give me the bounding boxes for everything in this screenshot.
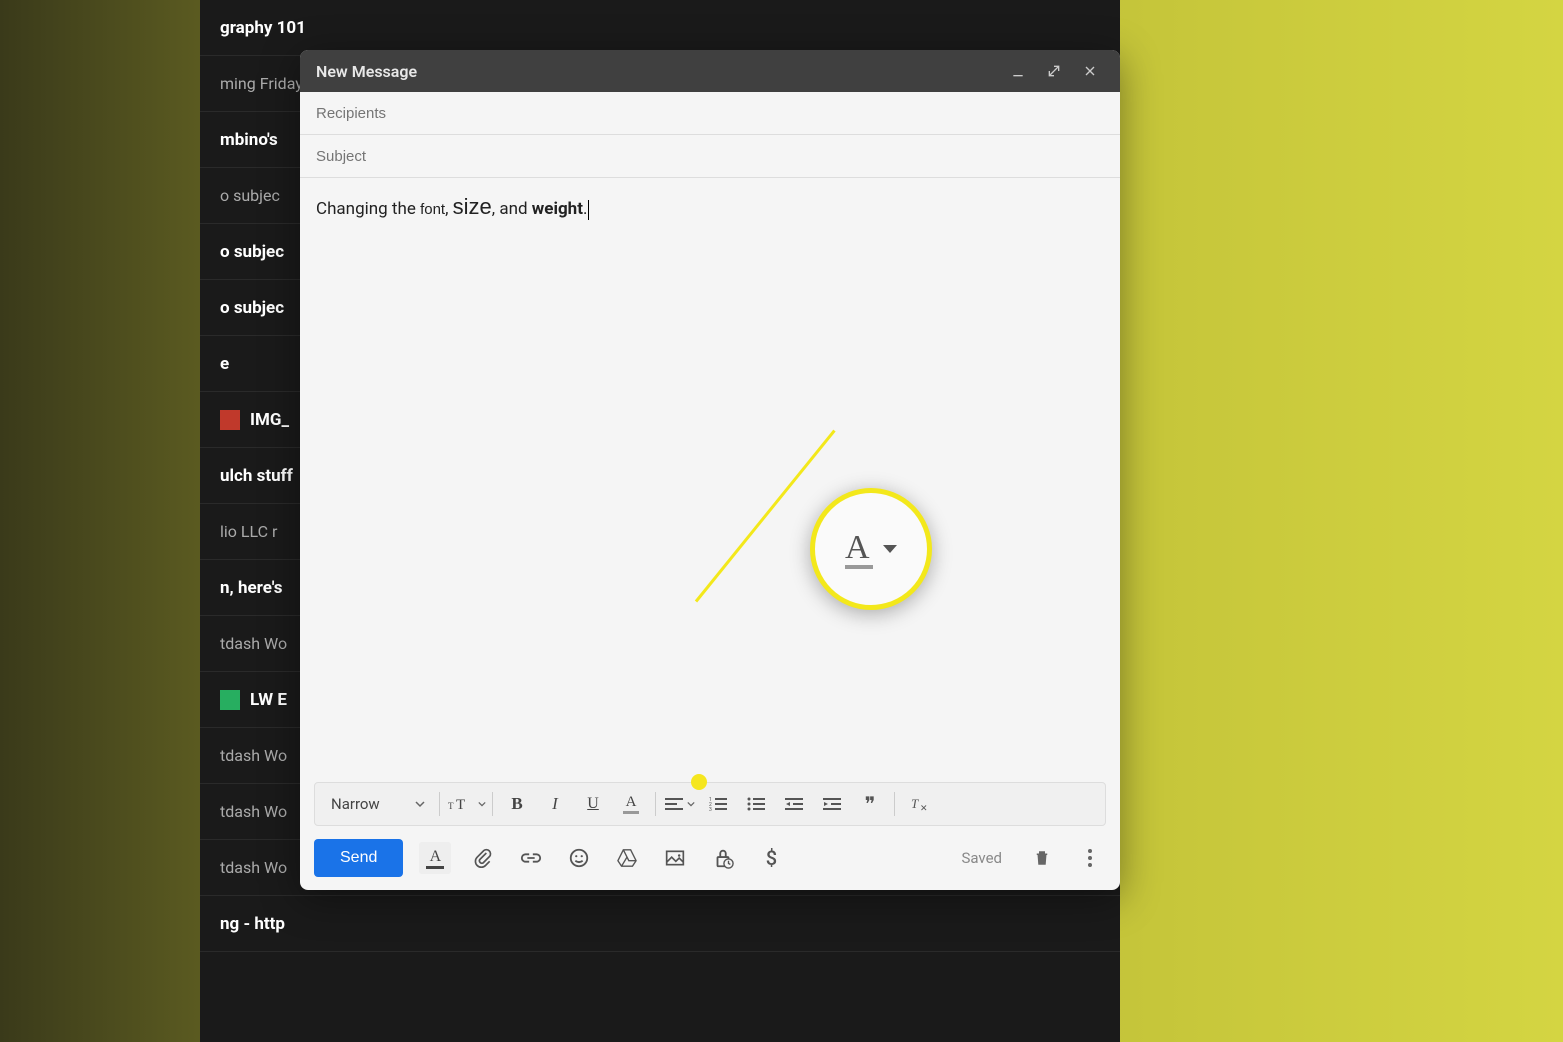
toolbar-separator [439, 792, 440, 816]
toolbar-separator [655, 792, 656, 816]
numbered-list-button[interactable]: 123 [700, 786, 736, 822]
svg-text:✕: ✕ [920, 804, 928, 812]
more-options-button[interactable] [1074, 842, 1106, 874]
send-button[interactable]: Send [314, 839, 403, 877]
attach-file-button[interactable] [467, 842, 499, 874]
insert-drive-button[interactable] [611, 842, 643, 874]
minimize-button[interactable] [1004, 57, 1032, 85]
inbox-row[interactable]: graphy 101 [200, 0, 1120, 56]
subject-input[interactable] [316, 148, 1104, 165]
toolbar-separator [894, 792, 895, 816]
font-family-select[interactable]: Narrow [323, 795, 433, 813]
compose-window: New Message Changing the font, size, and… [300, 50, 1120, 890]
text-color-icon: A [845, 529, 873, 569]
bold-button[interactable]: B [499, 786, 535, 822]
insert-photo-button[interactable] [659, 842, 691, 874]
text-cursor [588, 200, 589, 220]
chevron-down-icon [478, 800, 486, 808]
svg-text:T: T [448, 801, 454, 811]
image-attachment-icon [220, 410, 240, 430]
subject-field[interactable] [300, 135, 1120, 178]
drive-icon [616, 848, 638, 868]
request-payment-button[interactable]: $ [755, 842, 787, 874]
send-bar: Send A $ Saved [300, 826, 1120, 890]
formatting-toggle-button[interactable]: A [419, 842, 451, 874]
fullscreen-button[interactable] [1040, 57, 1068, 85]
svg-text:T: T [456, 797, 465, 813]
quote-button[interactable]: ❞ [852, 786, 888, 822]
chevron-down-icon [883, 545, 897, 553]
svg-text:T: T [911, 796, 919, 811]
saved-indicator: Saved [961, 849, 1002, 867]
spreadsheet-attachment-icon [220, 690, 240, 710]
toolbar-separator [492, 792, 493, 816]
compose-title: New Message [316, 62, 417, 81]
font-family-label: Narrow [331, 795, 380, 813]
text-color-button[interactable]: A [613, 786, 649, 822]
remove-formatting-button[interactable]: T✕ [901, 786, 937, 822]
compose-header[interactable]: New Message [300, 50, 1120, 92]
recipients-field[interactable] [300, 92, 1120, 135]
emoji-icon [568, 847, 590, 869]
recipients-input[interactable] [316, 105, 1104, 122]
formatting-toolbar: Narrow TT B I U A 123 [314, 782, 1106, 826]
insert-link-button[interactable] [515, 842, 547, 874]
trash-icon [1033, 848, 1051, 868]
italic-button[interactable]: I [537, 786, 573, 822]
compose-body[interactable]: Changing the font, size, and weight. [300, 178, 1120, 782]
align-button[interactable] [662, 786, 698, 822]
svg-text:3: 3 [709, 807, 712, 811]
indent-more-button[interactable] [814, 786, 850, 822]
close-button[interactable] [1076, 57, 1104, 85]
chevron-down-icon [687, 800, 695, 808]
underline-button[interactable]: U [575, 786, 611, 822]
lock-timer-icon [712, 847, 734, 869]
image-icon [665, 849, 685, 867]
annotation-dot [691, 774, 707, 790]
body-text-content: Changing the font, size, and weight. [316, 199, 589, 219]
confidential-mode-button[interactable] [707, 842, 739, 874]
discard-draft-button[interactable] [1026, 842, 1058, 874]
paperclip-icon [473, 847, 493, 869]
inbox-row[interactable]: ng - http [200, 896, 1120, 952]
indent-less-button[interactable] [776, 786, 812, 822]
link-icon [520, 851, 542, 865]
kebab-icon [1087, 848, 1093, 868]
annotation-zoom-circle: A [810, 488, 932, 610]
chevron-down-icon [415, 799, 425, 809]
font-size-button[interactable]: TT [446, 786, 486, 822]
insert-emoji-button[interactable] [563, 842, 595, 874]
bulleted-list-button[interactable] [738, 786, 774, 822]
